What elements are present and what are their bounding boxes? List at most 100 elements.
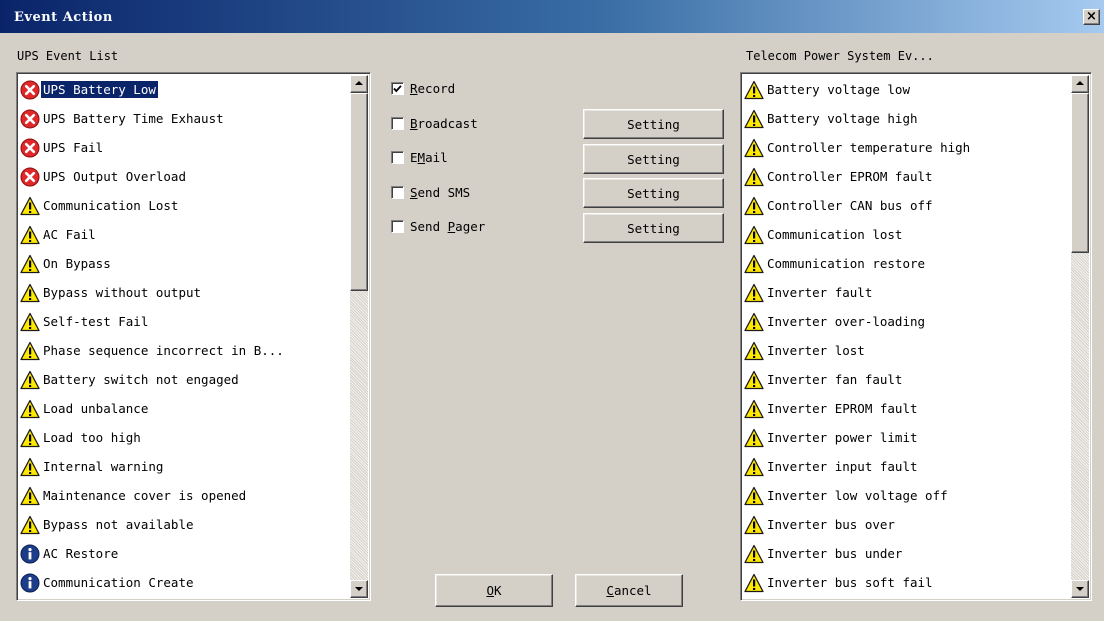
list-item[interactable]: Maintenance cover is opened bbox=[19, 481, 349, 510]
list-item-label: Inverter bus under bbox=[767, 546, 903, 561]
list-item[interactable]: Self-test Fail bbox=[19, 307, 349, 336]
ok-button[interactable]: OK bbox=[435, 574, 553, 607]
list-item[interactable]: On Bypass bbox=[19, 249, 349, 278]
list-item-label: Internal warning bbox=[43, 459, 164, 474]
checkbox-box[interactable] bbox=[391, 151, 404, 164]
list-item[interactable]: AC Fail bbox=[19, 220, 349, 249]
send-sms-label: Send SMS bbox=[410, 185, 471, 200]
scroll-down-button[interactable] bbox=[350, 580, 368, 598]
list-item[interactable]: Inverter power limit bbox=[743, 423, 1070, 452]
list-item-label: Inverter fan fault bbox=[767, 372, 903, 387]
pager-setting-button[interactable]: Setting bbox=[583, 213, 724, 243]
checkbox-box[interactable] bbox=[391, 117, 404, 130]
list-item[interactable]: Inverter input fault bbox=[743, 452, 1070, 481]
telecom-event-list[interactable]: Battery voltage low Battery voltage high C… bbox=[740, 72, 1092, 601]
list-item[interactable]: UPS Battery Low bbox=[19, 75, 349, 104]
list-item-label: Maintenance cover is opened bbox=[43, 488, 247, 503]
warning-icon bbox=[20, 370, 40, 390]
ups-event-scrollbar[interactable] bbox=[350, 75, 368, 598]
list-item[interactable]: Inverter bus over bbox=[743, 510, 1070, 539]
scroll-thumb[interactable] bbox=[350, 93, 368, 291]
checkbox-box[interactable] bbox=[391, 220, 404, 233]
list-item[interactable]: Controller EPROM fault bbox=[743, 162, 1070, 191]
check-icon bbox=[393, 85, 402, 93]
send-pager-label: Send Pager bbox=[410, 219, 486, 234]
list-item[interactable]: Inverter fan fault bbox=[743, 365, 1070, 394]
warning-icon bbox=[744, 341, 764, 361]
ok-label: K bbox=[494, 583, 502, 598]
ups-event-list[interactable]: UPS Battery Low UPS Battery Time Exhaust U… bbox=[16, 72, 371, 601]
checkbox-box[interactable] bbox=[391, 82, 404, 95]
list-item[interactable]: Inverter bus under bbox=[743, 539, 1070, 568]
list-item[interactable]: Load unbalance bbox=[19, 394, 349, 423]
list-item-label: Controller temperature high bbox=[767, 140, 971, 155]
list-item[interactable]: Inverter low voltage off bbox=[743, 481, 1070, 510]
warning-icon bbox=[744, 370, 764, 390]
checkbox-box[interactable] bbox=[391, 186, 404, 199]
warning-icon bbox=[744, 544, 764, 564]
telecom-event-list-caption: Telecom Power System Ev... bbox=[746, 49, 934, 63]
warning-icon bbox=[744, 312, 764, 332]
info-icon bbox=[20, 544, 40, 564]
list-item[interactable]: Inverter fault bbox=[743, 278, 1070, 307]
send-sms-checkbox[interactable]: Send SMS bbox=[391, 185, 470, 200]
list-item[interactable]: Communication Create bbox=[19, 568, 349, 597]
list-item[interactable]: Phase sequence incorrect in B... bbox=[19, 336, 349, 365]
warning-icon bbox=[20, 428, 40, 448]
list-item-label: UPS Fail bbox=[43, 140, 104, 155]
scroll-thumb[interactable] bbox=[1071, 93, 1089, 253]
list-item[interactable]: Bypass without output bbox=[19, 278, 349, 307]
close-button[interactable]: × bbox=[1083, 9, 1100, 25]
broadcast-label: Broadcast bbox=[410, 116, 478, 131]
warning-icon bbox=[744, 486, 764, 506]
list-item[interactable]: Inverter lost bbox=[743, 336, 1070, 365]
warning-icon bbox=[20, 457, 40, 477]
list-item[interactable]: Bypass not available bbox=[19, 510, 349, 539]
email-checkbox[interactable]: EMail bbox=[391, 150, 448, 165]
list-item[interactable]: Battery voltage low bbox=[743, 75, 1070, 104]
list-item-label: Self-test Fail bbox=[43, 314, 149, 329]
warning-icon bbox=[20, 515, 40, 535]
close-icon: × bbox=[1086, 9, 1097, 24]
list-item[interactable]: Load too high bbox=[19, 423, 349, 452]
list-item[interactable]: Communication restore bbox=[743, 249, 1070, 278]
warning-icon bbox=[20, 283, 40, 303]
title-bar[interactable]: Event Action × bbox=[0, 0, 1104, 33]
sms-setting-button[interactable]: Setting bbox=[583, 178, 724, 208]
list-item-label: Inverter low voltage off bbox=[767, 488, 948, 503]
cancel-button[interactable]: Cancel bbox=[575, 574, 683, 607]
scroll-down-button[interactable] bbox=[1071, 580, 1089, 598]
list-item-label: Communication Create bbox=[43, 575, 194, 590]
warning-icon bbox=[744, 196, 764, 216]
list-item-label: UPS Battery Low bbox=[40, 80, 159, 99]
list-item[interactable]: Battery voltage high bbox=[743, 104, 1070, 133]
scroll-up-button[interactable] bbox=[1071, 75, 1089, 93]
list-item-label: Inverter bus over bbox=[767, 517, 895, 532]
record-checkbox[interactable]: Record bbox=[391, 81, 455, 96]
list-item-label: Controller CAN bus off bbox=[767, 198, 933, 213]
list-item[interactable]: Communication Lost bbox=[19, 191, 349, 220]
record-label: Record bbox=[410, 81, 456, 96]
list-item[interactable]: Inverter over-loading bbox=[743, 307, 1070, 336]
list-item[interactable]: Inverter bus soft fail bbox=[743, 568, 1070, 597]
info-icon bbox=[20, 573, 40, 593]
list-item[interactable]: Internal warning bbox=[19, 452, 349, 481]
list-item[interactable]: Inverter EPROM fault bbox=[743, 394, 1070, 423]
list-item[interactable]: AC Restore bbox=[19, 539, 349, 568]
list-item[interactable]: Battery switch not engaged bbox=[19, 365, 349, 394]
telecom-event-scrollbar[interactable] bbox=[1071, 75, 1089, 598]
broadcast-setting-button[interactable]: Setting bbox=[583, 109, 724, 139]
list-item[interactable]: UPS Battery Time Exhaust bbox=[19, 104, 349, 133]
list-item[interactable]: UPS Fail bbox=[19, 133, 349, 162]
list-item[interactable]: UPS Output Overload bbox=[19, 162, 349, 191]
broadcast-checkbox[interactable]: Broadcast bbox=[391, 116, 478, 131]
send-pager-checkbox[interactable]: Send Pager bbox=[391, 219, 485, 234]
warning-icon bbox=[20, 399, 40, 419]
list-item[interactable]: Controller CAN bus off bbox=[743, 191, 1070, 220]
list-item[interactable]: Controller temperature high bbox=[743, 133, 1070, 162]
email-setting-button[interactable]: Setting bbox=[583, 144, 724, 174]
window-title: Event Action bbox=[14, 10, 113, 25]
list-item[interactable]: Communication lost bbox=[743, 220, 1070, 249]
scroll-up-button[interactable] bbox=[350, 75, 368, 93]
list-item-label: Communication lost bbox=[767, 227, 903, 242]
